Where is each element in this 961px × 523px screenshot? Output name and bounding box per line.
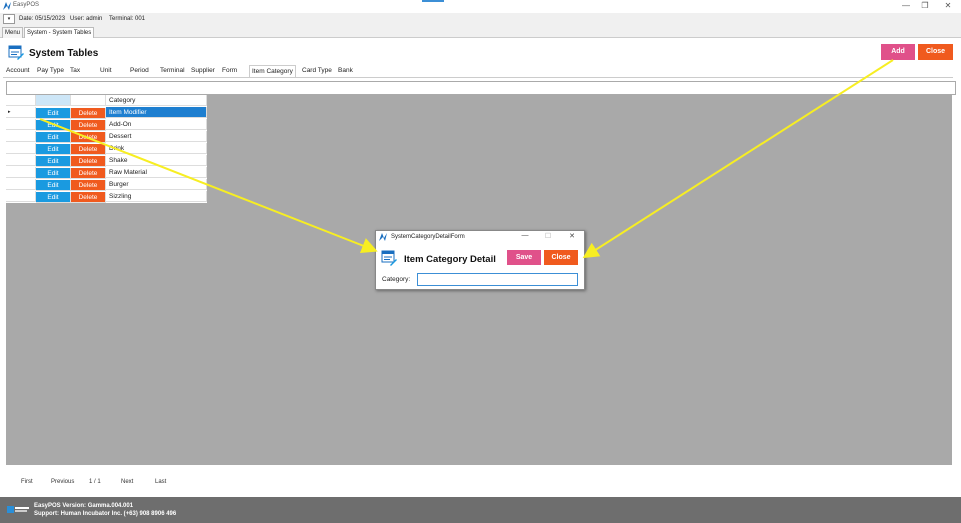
tab-unit[interactable]: Unit bbox=[98, 65, 114, 77]
add-button[interactable]: Add bbox=[881, 44, 915, 60]
grid-header-indicator bbox=[6, 95, 36, 106]
table-row[interactable]: Edit Delete Sizzling bbox=[6, 191, 207, 203]
previous-page-button[interactable]: Previous bbox=[51, 479, 74, 485]
table-row[interactable]: ▸ Edit Delete Item Modifier bbox=[6, 107, 207, 119]
delete-button[interactable]: Delete bbox=[71, 192, 106, 203]
grid-header-category[interactable]: Category bbox=[106, 95, 207, 106]
user-label: User: admin bbox=[70, 16, 103, 22]
document-tabs bbox=[0, 26, 961, 38]
edit-button[interactable]: Edit bbox=[36, 156, 71, 167]
easypos-logo-icon bbox=[3, 2, 11, 10]
table-row[interactable]: Edit Delete Add-On bbox=[6, 119, 207, 131]
delete-button[interactable]: Delete bbox=[71, 168, 106, 179]
edit-button[interactable]: Edit bbox=[36, 108, 71, 119]
tab-account[interactable]: Account bbox=[4, 65, 32, 77]
delete-button[interactable]: Delete bbox=[71, 132, 106, 143]
category-field-label: Category: bbox=[382, 276, 411, 283]
row-indicator bbox=[6, 179, 36, 190]
category-cell[interactable]: Shake bbox=[106, 155, 207, 166]
search-input[interactable] bbox=[6, 81, 956, 95]
tab-terminal[interactable]: Terminal bbox=[158, 65, 187, 77]
tab-system-tables[interactable]: System - System Tables bbox=[24, 27, 95, 38]
last-page-button[interactable]: Last bbox=[155, 479, 166, 485]
title-bar-accent bbox=[422, 0, 444, 2]
row-indicator: ▸ bbox=[6, 107, 36, 118]
row-indicator bbox=[6, 155, 36, 166]
tab-tax[interactable]: Tax bbox=[68, 65, 82, 77]
delete-button[interactable]: Delete bbox=[71, 120, 106, 131]
table-row[interactable]: Edit Delete Dessert bbox=[6, 131, 207, 143]
dialog-close-x-button[interactable]: ✕ bbox=[566, 232, 578, 240]
tab-period[interactable]: Period bbox=[128, 65, 151, 77]
tab-supplier[interactable]: Supplier bbox=[189, 65, 217, 77]
table-row[interactable]: Edit Delete Shake bbox=[6, 155, 207, 167]
grid-header-edit bbox=[36, 95, 71, 106]
support-label: Support: Human Incubator Inc. (+63) 908 … bbox=[34, 511, 177, 517]
version-label: EasyPOS Version: Gamma.004.001 bbox=[34, 503, 134, 509]
human-incubator-logo-icon bbox=[7, 506, 29, 513]
next-page-button[interactable]: Next bbox=[121, 479, 133, 485]
page-indicator: 1 / 1 bbox=[89, 479, 101, 485]
minimize-button[interactable]: — bbox=[896, 1, 916, 11]
grid-header-row: Category bbox=[6, 95, 207, 107]
row-indicator bbox=[6, 143, 36, 154]
edit-button[interactable]: Edit bbox=[36, 192, 71, 203]
category-cell[interactable]: Add-On bbox=[106, 119, 207, 130]
edit-button[interactable]: Edit bbox=[36, 180, 71, 191]
maximize-button[interactable]: ❐ bbox=[915, 1, 935, 11]
delete-button[interactable]: Delete bbox=[71, 144, 106, 155]
category-input[interactable] bbox=[417, 273, 578, 286]
delete-button[interactable]: Delete bbox=[71, 180, 106, 191]
dialog-maximize-button[interactable]: ☐ bbox=[542, 232, 554, 240]
delete-button[interactable]: Delete bbox=[71, 156, 106, 167]
tab-bank[interactable]: Bank bbox=[336, 65, 355, 77]
category-cell[interactable]: Dessert bbox=[106, 131, 207, 142]
row-indicator bbox=[6, 191, 36, 202]
page-title: System Tables bbox=[29, 48, 99, 59]
tab-menu[interactable]: Menu bbox=[2, 27, 24, 38]
table-edit-icon bbox=[8, 45, 24, 60]
dialog-window-title: SystemCategoryDetailForm bbox=[391, 234, 465, 240]
table-row[interactable]: Edit Delete Burger bbox=[6, 179, 207, 191]
window-close-button[interactable]: ✕ bbox=[938, 1, 958, 11]
category-cell[interactable]: Drink bbox=[106, 143, 207, 154]
easypos-logo-icon bbox=[379, 233, 387, 241]
table-edit-icon bbox=[381, 250, 397, 266]
status-bar bbox=[0, 497, 961, 523]
tab-card-type[interactable]: Card Type bbox=[300, 65, 334, 77]
save-button[interactable]: Save bbox=[507, 250, 541, 265]
row-indicator bbox=[6, 119, 36, 130]
title-bar bbox=[0, 0, 961, 13]
tab-pay-type[interactable]: Pay Type bbox=[35, 65, 66, 77]
terminal-label: Terminal: 001 bbox=[109, 16, 146, 22]
close-button[interactable]: Close bbox=[918, 44, 953, 60]
category-cell[interactable]: Item Modifier bbox=[106, 107, 207, 118]
table-row[interactable]: Edit Delete Drink bbox=[6, 143, 207, 155]
edit-button[interactable]: Edit bbox=[36, 144, 71, 155]
edit-button[interactable]: Edit bbox=[36, 120, 71, 131]
category-cell[interactable]: Burger bbox=[106, 179, 207, 190]
category-grid: Category ▸ Edit Delete Item Modifier Edit Del… bbox=[6, 95, 207, 203]
dialog-heading: Item Category Detail bbox=[404, 254, 496, 265]
info-dropdown-button[interactable]: ▾ bbox=[3, 14, 15, 24]
grid-header-delete bbox=[71, 95, 106, 106]
row-indicator bbox=[6, 131, 36, 142]
row-indicator bbox=[6, 167, 36, 178]
tab-divider bbox=[3, 77, 953, 78]
dialog-minimize-button[interactable]: — bbox=[519, 232, 531, 239]
edit-button[interactable]: Edit bbox=[36, 132, 71, 143]
date-label: Date: 05/15/2023 bbox=[19, 16, 66, 22]
dialog-close-button[interactable]: Close bbox=[544, 250, 578, 265]
category-cell[interactable]: Sizzling bbox=[106, 191, 207, 202]
first-page-button[interactable]: First bbox=[21, 479, 33, 485]
category-cell[interactable]: Raw Material bbox=[106, 167, 207, 178]
app-title: EasyPOS bbox=[13, 2, 40, 8]
edit-button[interactable]: Edit bbox=[36, 168, 71, 179]
tab-form[interactable]: Form bbox=[220, 65, 239, 77]
delete-button[interactable]: Delete bbox=[71, 108, 106, 119]
table-row[interactable]: Edit Delete Raw Material bbox=[6, 167, 207, 179]
